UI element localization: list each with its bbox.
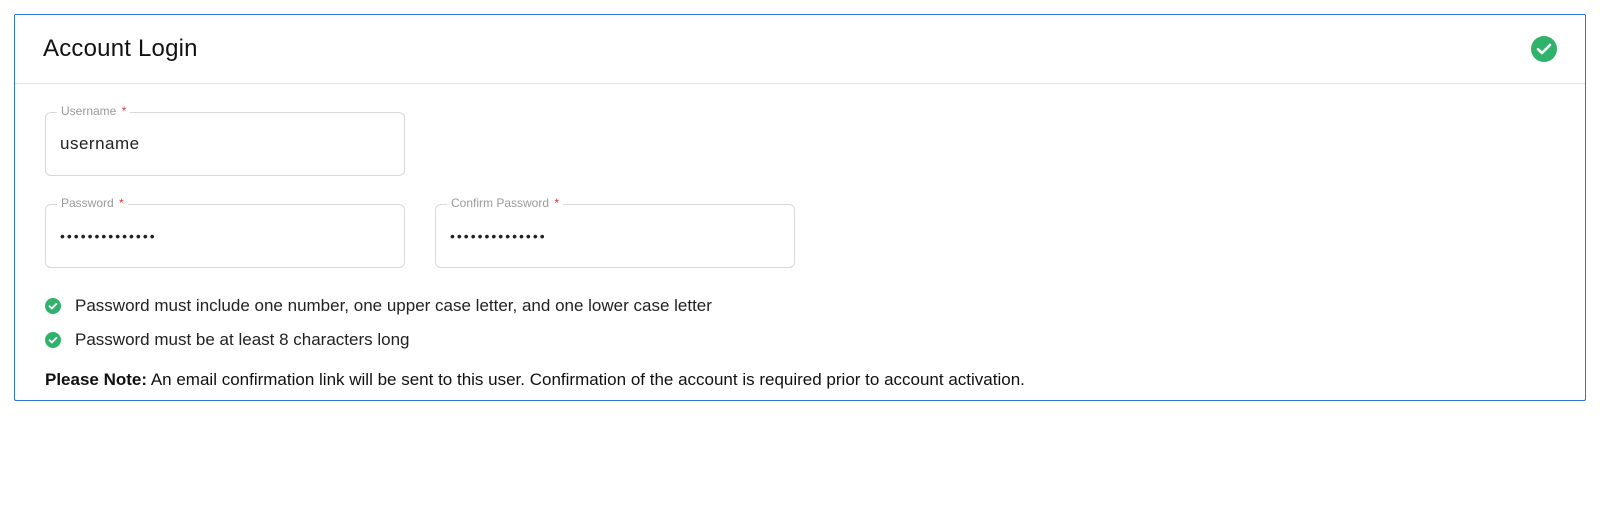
username-input[interactable] [45, 112, 405, 176]
note-body: An email confirmation link will be sent … [147, 370, 1025, 389]
required-indicator: * [554, 196, 559, 210]
note-label: Please Note: [45, 370, 147, 389]
check-circle-icon [45, 298, 61, 314]
panel-title: Account Login [43, 35, 198, 63]
username-label: Username * [57, 104, 130, 118]
panel-header: Account Login [15, 15, 1585, 84]
panel-body: Username * Password * Confirm Password * [15, 84, 1585, 400]
label-text: Username [61, 104, 116, 118]
password-input[interactable] [45, 204, 405, 268]
password-field-wrapper: Password * [45, 204, 405, 268]
rule-text: Password must be at least 8 characters l… [75, 330, 410, 350]
password-rules-list: Password must include one number, one up… [45, 296, 1555, 350]
confirm-password-label: Confirm Password * [447, 196, 563, 210]
required-indicator: * [119, 196, 124, 210]
label-text: Confirm Password [451, 196, 549, 210]
confirm-password-field-wrapper: Confirm Password * [435, 204, 795, 268]
required-indicator: * [122, 104, 127, 118]
check-circle-icon [45, 332, 61, 348]
label-text: Password [61, 196, 114, 210]
username-field-wrapper: Username * [45, 112, 405, 176]
rule-text: Password must include one number, one up… [75, 296, 712, 316]
status-complete-icon [1531, 36, 1557, 62]
note-text: Please Note: An email confirmation link … [45, 370, 1555, 390]
row-passwords: Password * Confirm Password * [45, 204, 1555, 268]
row-username: Username * [45, 112, 1555, 176]
password-rule: Password must be at least 8 characters l… [45, 330, 1555, 350]
password-rule: Password must include one number, one up… [45, 296, 1555, 316]
password-label: Password * [57, 196, 128, 210]
confirm-password-input[interactable] [435, 204, 795, 268]
account-login-panel: Account Login Username * Password * [14, 14, 1586, 401]
